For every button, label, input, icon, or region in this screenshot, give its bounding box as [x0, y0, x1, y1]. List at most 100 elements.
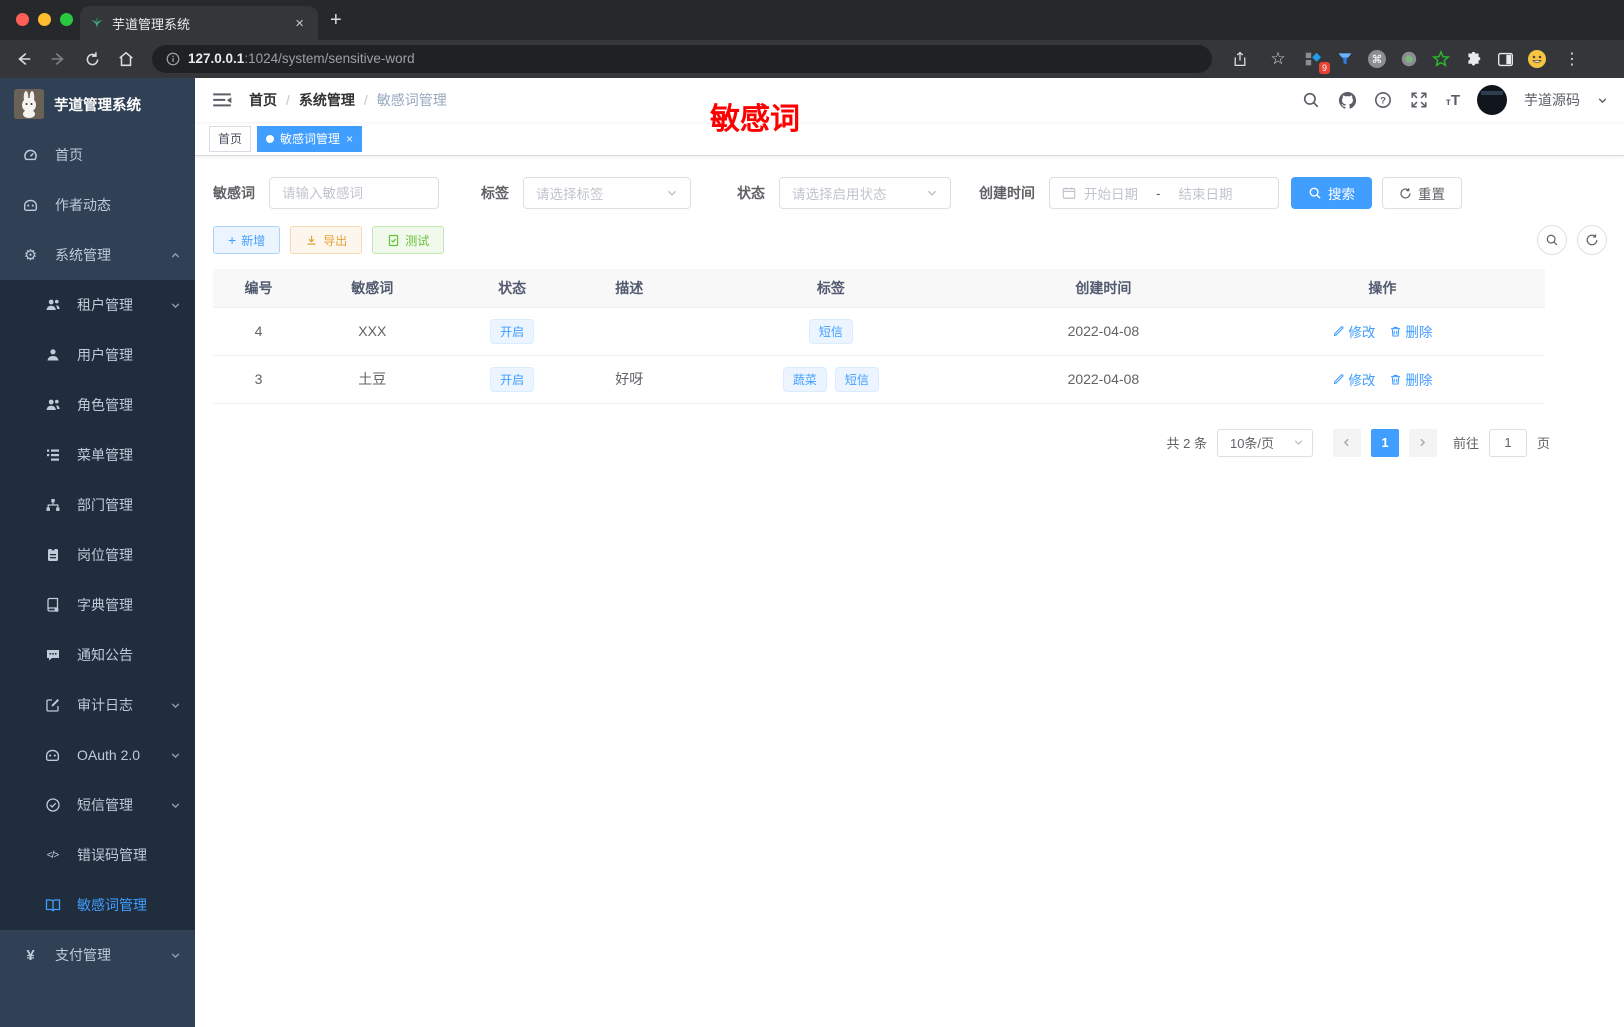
user-avatar[interactable] — [1477, 85, 1507, 115]
prev-page-button[interactable] — [1332, 428, 1361, 457]
test-button[interactable]: 测试 — [372, 226, 445, 254]
sidebar-collapse-icon[interactable] — [211, 89, 233, 111]
home-icon[interactable] — [112, 45, 140, 73]
pagination: 共 2 条 10条/页 1 前往 页 — [213, 428, 1550, 457]
share-icon[interactable] — [1226, 45, 1254, 73]
sidebar-item-audit-log[interactable]: 审计日志 — [0, 680, 195, 730]
sidebar-item-user[interactable]: 用户管理 — [0, 330, 195, 380]
bookmark-star-icon[interactable]: ☆ — [1264, 45, 1292, 73]
search-button[interactable]: 搜索 — [1291, 177, 1372, 209]
chevron-down-icon — [1294, 440, 1303, 446]
sidebar-item-menu[interactable]: 菜单管理 — [0, 430, 195, 480]
page-number-current[interactable]: 1 — [1370, 428, 1399, 457]
goto-page-input[interactable] — [1488, 428, 1527, 457]
delete-link[interactable]: 删除 — [1389, 321, 1432, 341]
status-select[interactable]: 请选择启用状态 — [779, 177, 951, 209]
tag-home[interactable]: 首页 — [209, 125, 252, 152]
reload-icon[interactable] — [78, 45, 106, 73]
extension-recorder-icon[interactable] — [1398, 48, 1420, 70]
page-size-select[interactable]: 10条/页 — [1216, 428, 1313, 457]
sidebar-item-oauth[interactable]: OAuth 2.0 — [0, 730, 195, 780]
keyword-label: 敏感词 — [213, 185, 255, 201]
date-label: 创建时间 — [979, 185, 1035, 201]
sidebar-item-post[interactable]: 岗位管理 — [0, 530, 195, 580]
breadcrumb-system[interactable]: 系统管理 — [299, 90, 355, 110]
help-icon[interactable]: ? — [1374, 91, 1393, 110]
sidebar-item-dict[interactable]: 字典管理 — [0, 580, 195, 630]
chevron-down-icon[interactable] — [1597, 95, 1608, 106]
search-toggle-button[interactable] — [1537, 225, 1567, 255]
col-actions: 操作 — [1219, 269, 1545, 307]
tag-close-icon[interactable]: × — [346, 132, 353, 146]
add-button[interactable]: + 新增 — [213, 226, 281, 254]
table-toolbar: + 新增 导出 测试 — [213, 225, 1607, 255]
sidebar-item-home[interactable]: 首页 — [0, 130, 195, 180]
sidebar-item-system[interactable]: ⚙ 系统管理 — [0, 230, 195, 280]
window-zoom-button[interactable] — [60, 13, 73, 26]
edit-link[interactable]: 修改 — [1332, 369, 1375, 389]
extension-filter-icon[interactable] — [1334, 48, 1356, 70]
code-icon: </> — [46, 849, 59, 861]
chevron-down-icon — [171, 302, 180, 308]
url-path: :1024/system/sensitive-word — [244, 51, 415, 66]
window-controls[interactable] — [16, 13, 73, 26]
sidebar-item-role[interactable]: 角色管理 — [0, 380, 195, 430]
export-button[interactable]: 导出 — [290, 226, 363, 254]
chevron-down-icon — [171, 752, 180, 758]
url-bar[interactable]: 127.0.0.1:1024/system/sensitive-word — [152, 45, 1212, 73]
window-close-button[interactable] — [16, 13, 29, 26]
sidebar-item-author-news[interactable]: 作者动态 — [0, 180, 195, 230]
url-host: 127.0.0.1 — [188, 51, 245, 66]
breadcrumb-home[interactable]: 首页 — [249, 90, 277, 110]
extension-star-icon[interactable] — [1430, 48, 1452, 70]
delete-link[interactable]: 删除 — [1389, 369, 1432, 389]
site-info-icon[interactable] — [166, 52, 180, 66]
sidebar-item-dept[interactable]: 部门管理 — [0, 480, 195, 530]
users-icon — [44, 397, 61, 414]
breadcrumb-current: 敏感词管理 — [376, 92, 447, 108]
app-title: 芋道管理系统 — [54, 97, 141, 114]
extension-devtools-icon[interactable]: 9 — [1302, 48, 1330, 74]
tab-close-icon[interactable]: × — [291, 15, 308, 32]
search-icon[interactable] — [1302, 91, 1321, 110]
col-id: 编号 — [213, 269, 305, 307]
browser-tab[interactable]: 芋道管理系统 × — [80, 6, 318, 40]
extension-command-icon[interactable]: ⌘ — [1366, 48, 1388, 70]
favicon-plant-icon — [90, 16, 104, 30]
sidebar-item-notice[interactable]: 通知公告 — [0, 630, 195, 680]
window-minimize-button[interactable] — [38, 13, 51, 26]
edit-link[interactable]: 修改 — [1332, 321, 1375, 341]
sidebar-item-sensitive-word[interactable]: 敏感词管理 — [0, 880, 195, 930]
trash-icon — [1391, 374, 1401, 384]
browser-menu-icon[interactable]: ⋮ — [1558, 45, 1586, 73]
sidebar-item-payment[interactable]: ¥ 支付管理 — [0, 930, 195, 980]
sidebar-item-label: 用户管理 — [77, 347, 133, 363]
breadcrumb: 首页 / 系统管理 / 敏感词管理 — [249, 90, 447, 110]
profile-avatar-icon[interactable] — [1526, 48, 1548, 70]
github-icon[interactable] — [1338, 91, 1357, 110]
chevron-down-icon — [927, 190, 937, 196]
new-tab-button[interactable]: + — [330, 10, 342, 30]
sidebar-item-error-code[interactable]: </> 错误码管理 — [0, 830, 195, 880]
tag-sensitive-word[interactable]: 敏感词管理 × — [257, 125, 363, 152]
font-size-icon[interactable]: тT — [1446, 92, 1460, 109]
status-label: 状态 — [737, 185, 765, 201]
tag-select[interactable]: 请选择标签 — [523, 177, 691, 209]
fullscreen-icon[interactable] — [1410, 91, 1429, 110]
sidebar-item-tenant[interactable]: 租户管理 — [0, 280, 195, 330]
back-icon[interactable] — [10, 45, 38, 73]
date-range-picker[interactable]: 开始日期 - 结束日期 — [1049, 177, 1279, 209]
next-page-button[interactable] — [1408, 428, 1437, 457]
sidebar-item-sms[interactable]: 短信管理 — [0, 780, 195, 830]
page-unit-label: 页 — [1536, 436, 1550, 451]
keyword-input-wrap — [269, 177, 439, 209]
refresh-button[interactable] — [1577, 225, 1607, 255]
table-row: 4 XXX 开启 短信 2022-04-08 修改 删除 — [213, 306, 1545, 355]
app-logo[interactable]: 芋道管理系统 — [0, 78, 195, 130]
reset-button[interactable]: 重置 — [1382, 177, 1462, 209]
col-tags: 标签 — [674, 269, 987, 307]
keyword-input[interactable] — [282, 185, 426, 201]
extensions-puzzle-icon[interactable] — [1462, 48, 1484, 70]
side-panel-icon[interactable] — [1494, 48, 1516, 70]
forward-icon[interactable] — [44, 45, 72, 73]
